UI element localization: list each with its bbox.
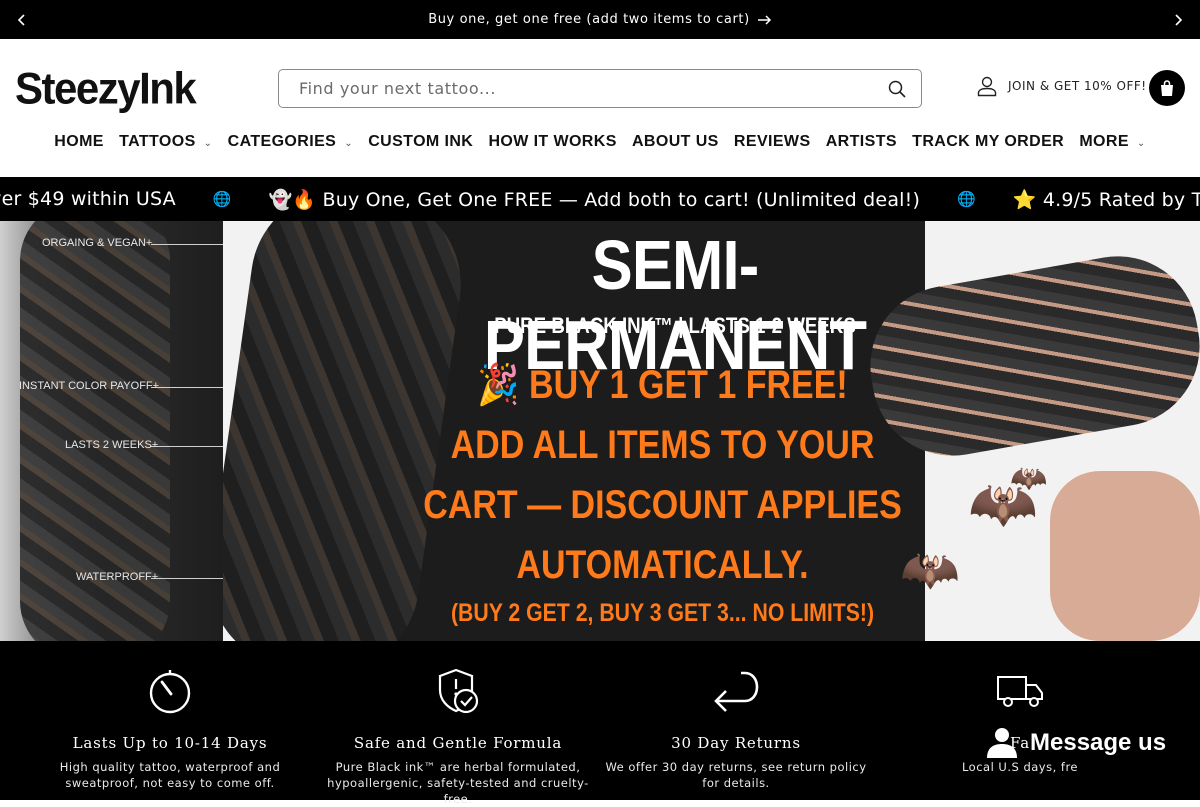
- feature-duration: Lasts Up to 10-14 Days High quality tatt…: [30, 641, 310, 791]
- nav-item-label: TATTOOS: [119, 133, 196, 150]
- globe-icon: 🌐: [957, 190, 976, 208]
- user-icon: [977, 76, 997, 97]
- nav-item-categories[interactable]: CATEGORIES ⌄: [220, 133, 361, 151]
- chevron-down-icon: ⌄: [344, 137, 354, 149]
- cart-button[interactable]: [1149, 70, 1185, 106]
- shield-check-icon: [438, 668, 479, 714]
- side-feature-label: LASTS 2 WEEKS+: [0, 439, 223, 451]
- hero-subtitle: PURE BLACK INK™ | LASTS 1-2 WEEKS: [494, 313, 856, 338]
- message-us-label: Message us: [1030, 729, 1167, 756]
- announcement-next-button[interactable]: [1156, 0, 1200, 39]
- feature-returns: 30 Day Returns We offer 30 day returns, …: [596, 641, 876, 791]
- globe-icon: 🌐: [212, 190, 232, 208]
- nav-item-custom-ink[interactable]: CUSTOM INK: [361, 133, 481, 151]
- side-feature-label: ORGAING & VEGAN+: [0, 237, 223, 249]
- promo-marquee: s over $49 within USA 🌐 👻🔥 Buy One, Get …: [0, 177, 1200, 221]
- nav-item-tattoos[interactable]: TATTOOS ⌄: [111, 133, 220, 151]
- feature-description: Local U.S days, fre: [961, 760, 1079, 774]
- return-arrow-icon: [714, 671, 759, 712]
- announcement-bar: Buy one, get one free (add two items to …: [0, 0, 1200, 39]
- bat-icon: 🦇: [900, 542, 960, 598]
- nav-item-track-my-order[interactable]: TRACK MY ORDER: [905, 133, 1072, 151]
- feature-description: We offer 30 day returns, see return poli…: [605, 760, 867, 790]
- nav-item-label: REVIEWS: [733, 133, 811, 150]
- chevron-right-icon: [1175, 13, 1183, 26]
- marquee-text: 👻🔥 Buy One, Get One FREE — Add both to c…: [268, 188, 921, 211]
- hero-banner[interactable]: ORGAING & VEGAN+ INSTANT COLOR PAYOFF+ L…: [0, 221, 1200, 641]
- marquee-text: ⭐ 4.9/5 Rated by Tattoo L: [1012, 188, 1200, 211]
- shopping-bag-icon: [1161, 79, 1173, 96]
- nav-item-label: ARTISTS: [825, 133, 897, 150]
- nav-item-more[interactable]: MORE ⌄: [1072, 133, 1154, 151]
- side-feature-label: INSTANT COLOR PAYOFF+: [0, 380, 223, 392]
- hero-promo-note: (BUY 2 GET 2, BUY 3 GET 3... NO LIMITS!): [450, 599, 875, 627]
- account-link[interactable]: JOIN & GET 10% OFF!: [976, 75, 1147, 97]
- nav-item-label: ABOUT US: [631, 133, 719, 150]
- main-nav: HOME TATTOOS ⌄ CATEGORIES ⌄ CUSTOM INK HOW…: [0, 130, 1200, 154]
- marquee-text: s over $49 within USA: [0, 188, 176, 210]
- search-icon: [888, 80, 906, 98]
- hero-promo-headline: 🎉 BUY 1 GET 1 FREE!: [477, 363, 848, 407]
- chat-icon: [987, 728, 1017, 758]
- nav-item-label: HOW IT WORKS: [488, 133, 617, 150]
- nav-item-about-us[interactable]: ABOUT US: [624, 133, 726, 151]
- chevron-left-icon: [17, 13, 25, 26]
- announcement-link[interactable]: Buy one, get one free (add two items to …: [428, 12, 772, 27]
- announcement-prev-button[interactable]: [0, 0, 44, 39]
- hero-promo-line: ADD ALL ITEMS TO YOUR: [450, 423, 875, 467]
- account-label: JOIN & GET 10% OFF!: [1008, 79, 1147, 93]
- search-input[interactable]: [279, 70, 873, 107]
- timer-icon: [149, 670, 191, 714]
- nav-item-label: CATEGORIES: [227, 133, 337, 150]
- feature-title: Lasts Up to 10-14 Days: [72, 734, 268, 752]
- chevron-down-icon: ⌄: [1136, 137, 1146, 149]
- hand-image: [1050, 471, 1200, 641]
- site-header: SteezyInk JOIN & GET 10% OFF! HOME TATTO…: [0, 39, 1200, 177]
- arrow-right-icon: [757, 14, 771, 25]
- nav-item-label: TRACK MY ORDER: [912, 133, 1065, 150]
- nav-item-reviews[interactable]: REVIEWS: [726, 133, 818, 151]
- feature-description: High quality tattoo, waterproof and swea…: [59, 760, 281, 790]
- feature-title: Safe and Gentle Formula: [353, 734, 563, 752]
- nav-item-label: MORE: [1079, 133, 1129, 150]
- message-us-button[interactable]: Message us: [984, 726, 1166, 760]
- nav-item-label: CUSTOM INK: [368, 133, 474, 150]
- search-bar: [278, 69, 922, 108]
- nav-item-home[interactable]: HOME: [47, 133, 112, 151]
- feature-formula: Safe and Gentle Formula Pure Black ink™ …: [318, 641, 598, 807]
- nav-item-label: HOME: [54, 133, 104, 150]
- site-logo[interactable]: SteezyInk: [15, 64, 197, 114]
- features-strip: Lasts Up to 10-14 Days High quality tatt…: [0, 641, 1200, 806]
- chevron-down-icon: ⌄: [203, 137, 213, 149]
- nav-item-artists[interactable]: ARTISTS: [818, 133, 904, 151]
- nav-item-how-it-works[interactable]: HOW IT WORKS: [481, 133, 625, 151]
- search-button[interactable]: [873, 70, 921, 107]
- announcement-text: Buy one, get one free (add two items to …: [428, 12, 750, 27]
- truck-icon: [997, 676, 1043, 707]
- feature-title: 30 Day Returns: [671, 734, 801, 752]
- bat-icon: 🦇: [1010, 461, 1048, 496]
- hero-promo-line: CART — DISCOUNT APPLIES: [423, 483, 902, 527]
- hero-promo-line: AUTOMATICALLY.: [516, 543, 809, 587]
- side-feature-label: WATERPROFF+: [0, 571, 223, 583]
